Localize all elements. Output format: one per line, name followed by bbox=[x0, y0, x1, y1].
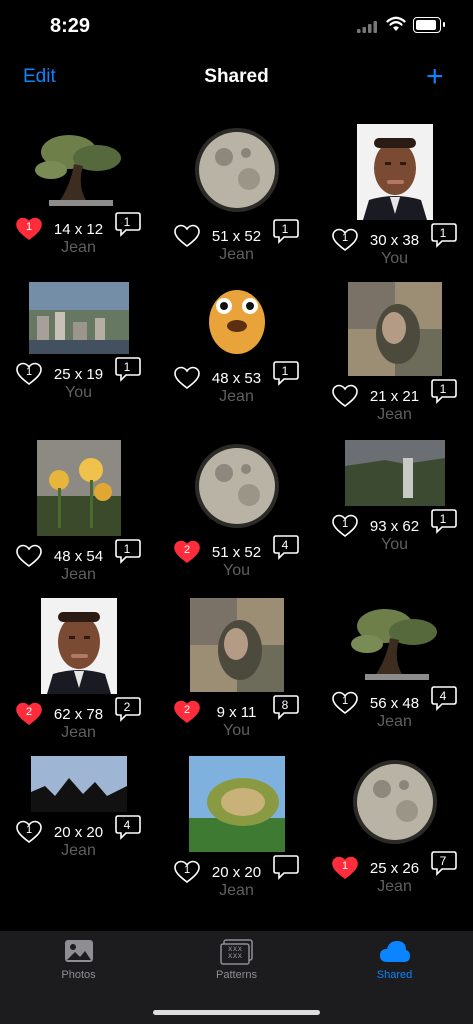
pattern-thumbnail[interactable] bbox=[201, 282, 272, 358]
pattern-thumbnail[interactable] bbox=[344, 598, 445, 683]
comment-icon[interactable]: 2 bbox=[115, 696, 141, 722]
pattern-thumbnail[interactable] bbox=[190, 124, 283, 216]
pattern-thumbnail[interactable] bbox=[40, 598, 117, 694]
pattern-owner: Jean bbox=[61, 239, 96, 256]
comment-icon[interactable]: 4 bbox=[115, 814, 141, 840]
pattern-card[interactable]: 1 20 x 20 Jean bbox=[158, 752, 315, 910]
tab-patterns[interactable]: xxx xxx Patterns bbox=[158, 939, 315, 981]
patterns-icon: xxx xxx bbox=[219, 939, 253, 965]
comment-count: 7 bbox=[439, 854, 447, 868]
pattern-owner: Jean bbox=[219, 882, 254, 899]
cellular-signal-icon bbox=[357, 21, 377, 33]
pattern-card[interactable]: 1 93 x 62 1 You bbox=[316, 436, 473, 594]
pattern-owner: You bbox=[381, 536, 408, 553]
pattern-owner: Jean bbox=[61, 566, 96, 583]
pattern-card[interactable]: 48 x 54 1 Jean bbox=[0, 436, 157, 594]
wifi-icon bbox=[386, 16, 406, 31]
comment-count: 8 bbox=[281, 698, 289, 712]
comment-icon[interactable]: 8 bbox=[273, 694, 299, 720]
pattern-owner: You bbox=[223, 722, 250, 739]
tab-patterns-label: Patterns bbox=[216, 969, 257, 981]
comment-count: 4 bbox=[123, 818, 131, 832]
pattern-thumbnail[interactable] bbox=[28, 282, 129, 354]
pattern-owner: You bbox=[223, 562, 250, 579]
pattern-card[interactable]: 2 51 x 52 4 You bbox=[158, 436, 315, 594]
status-bar: 8:29 bbox=[0, 0, 473, 56]
comment-count: 4 bbox=[439, 689, 447, 703]
comment-icon[interactable]: 7 bbox=[431, 850, 457, 876]
home-indicator bbox=[153, 1010, 320, 1015]
pattern-thumbnail[interactable] bbox=[189, 598, 284, 692]
svg-text:xxx: xxx bbox=[227, 944, 242, 953]
photo-icon bbox=[64, 940, 93, 962]
pattern-owner: You bbox=[65, 384, 92, 401]
comment-count: 1 bbox=[123, 360, 131, 374]
pattern-thumbnail[interactable] bbox=[190, 440, 283, 532]
comment-icon[interactable]: 1 bbox=[273, 360, 299, 386]
comment-count: 1 bbox=[439, 382, 447, 396]
status-time: 8:29 bbox=[50, 15, 91, 37]
cloud-icon bbox=[379, 941, 410, 962]
comment-count: 1 bbox=[439, 226, 447, 240]
navigation-bar: Edit Shared + bbox=[0, 56, 473, 100]
pattern-thumbnail[interactable] bbox=[30, 756, 127, 812]
comment-icon[interactable]: 1 bbox=[431, 508, 457, 534]
pattern-card[interactable]: 21 x 21 1 Jean bbox=[316, 278, 473, 436]
comment-icon[interactable]: 4 bbox=[431, 685, 457, 711]
pattern-card[interactable]: 1 20 x 20 4 Jean bbox=[0, 752, 157, 910]
pattern-thumbnail[interactable] bbox=[347, 282, 442, 376]
pattern-card[interactable]: 1 30 x 38 1 You bbox=[316, 120, 473, 278]
pattern-owner: Jean bbox=[377, 878, 412, 895]
comment-icon[interactable]: 4 bbox=[273, 534, 299, 560]
page-title: Shared bbox=[204, 66, 269, 87]
comment-icon[interactable] bbox=[273, 854, 299, 880]
comment-count: 1 bbox=[281, 364, 289, 378]
comment-icon[interactable]: 1 bbox=[431, 222, 457, 248]
pattern-owner: Jean bbox=[377, 406, 412, 423]
pattern-owner: Jean bbox=[61, 842, 96, 859]
battery-icon bbox=[413, 17, 441, 33]
tab-shared[interactable]: Shared bbox=[316, 939, 473, 981]
comment-count: 4 bbox=[281, 538, 289, 552]
pattern-card[interactable]: 2 9 x 11 8 You bbox=[158, 594, 315, 752]
pattern-card[interactable]: 1 56 x 48 4 Jean bbox=[316, 594, 473, 752]
pattern-thumbnail[interactable] bbox=[344, 440, 445, 506]
pattern-card[interactable]: 51 x 52 1 Jean bbox=[158, 120, 315, 278]
pattern-thumbnail[interactable] bbox=[28, 124, 129, 209]
pattern-thumbnail[interactable] bbox=[36, 440, 121, 536]
pattern-card[interactable]: 2 62 x 78 2 Jean bbox=[0, 594, 157, 752]
tab-photos-label: Photos bbox=[61, 969, 96, 981]
pattern-thumbnail[interactable] bbox=[348, 756, 441, 848]
pattern-card[interactable]: 1 25 x 26 7 Jean bbox=[316, 752, 473, 910]
pattern-owner: Jean bbox=[377, 713, 412, 730]
tab-shared-label: Shared bbox=[376, 969, 413, 981]
comment-icon[interactable]: 1 bbox=[115, 211, 141, 237]
pattern-card[interactable]: 1 25 x 19 1 You bbox=[0, 278, 157, 436]
comment-count: 1 bbox=[281, 222, 289, 236]
comment-count: 1 bbox=[439, 512, 447, 526]
pattern-card[interactable]: 1 14 x 12 1 Jean bbox=[0, 120, 157, 278]
pattern-thumbnail[interactable] bbox=[188, 756, 285, 852]
shared-patterns-grid[interactable]: 1 14 x 12 1 Jean 51 x 52 1 Jean 1 30 x 3… bbox=[0, 120, 473, 930]
pattern-owner: Jean bbox=[219, 246, 254, 263]
add-pattern-button[interactable]: + bbox=[426, 62, 444, 92]
comment-count: 2 bbox=[123, 700, 131, 714]
pattern-thumbnail[interactable] bbox=[356, 124, 433, 220]
comment-icon[interactable]: 1 bbox=[115, 356, 141, 382]
comment-icon[interactable]: 1 bbox=[431, 378, 457, 404]
comment-count: 1 bbox=[123, 215, 131, 229]
comment-icon[interactable]: 1 bbox=[273, 218, 299, 244]
tab-photos[interactable]: Photos bbox=[0, 939, 157, 981]
pattern-owner: Jean bbox=[61, 724, 96, 741]
comment-count: 1 bbox=[123, 542, 131, 556]
battery-tip bbox=[443, 22, 445, 27]
pattern-owner: You bbox=[381, 250, 408, 267]
comment-icon[interactable]: 1 bbox=[115, 538, 141, 564]
pattern-card[interactable]: 48 x 53 1 Jean bbox=[158, 278, 315, 436]
pattern-owner: Jean bbox=[219, 388, 254, 405]
